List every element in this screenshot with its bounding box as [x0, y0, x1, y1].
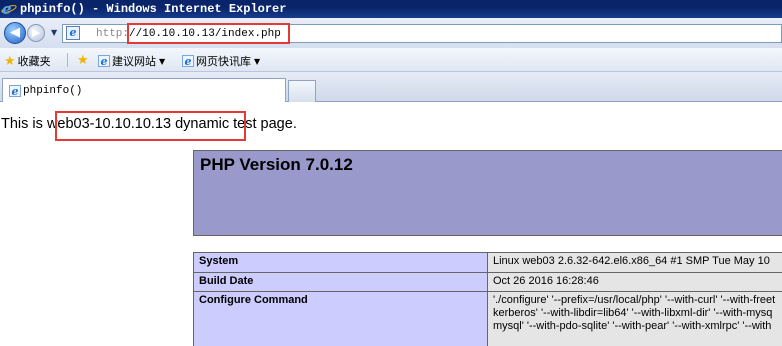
php-version-header: PHP Version 7.0.12: [193, 150, 782, 236]
favorites-star-icon: ★: [4, 53, 16, 69]
php-info-table: System Linux web03 2.6.32-642.el6.x86_64…: [193, 252, 782, 346]
table-row: Configure Command './configure' '--prefi…: [193, 291, 782, 346]
tab-phpinfo[interactable]: e phpinfo(): [2, 78, 286, 102]
row-key: Configure Command: [193, 291, 488, 346]
row-value: './configure' '--prefix=/usr/local/php' …: [487, 291, 782, 346]
row-key: Build Date: [193, 272, 488, 292]
ie-page-icon: e: [182, 55, 194, 68]
tab-bar: e phpinfo(): [0, 72, 782, 102]
add-favorite-star-icon: ★: [77, 53, 89, 68]
intro-prefix: This is: [1, 116, 43, 132]
row-value: Oct 26 2016 16:28:46: [487, 272, 782, 292]
chevron-down-icon: ▼: [159, 56, 166, 66]
favorites-separator: [67, 53, 68, 67]
favorites-button[interactable]: ★ 收藏夹: [4, 53, 51, 69]
back-button[interactable]: ◀: [4, 22, 26, 44]
forward-button[interactable]: ▶: [27, 24, 45, 42]
table-row: Build Date Oct 26 2016 16:28:46: [193, 272, 782, 292]
add-to-favorites-button[interactable]: ★: [77, 53, 91, 68]
favorites-label: 收藏夹: [17, 55, 51, 68]
url-highlight-box: [127, 23, 290, 44]
ie-page-icon: e: [98, 55, 110, 68]
page-icon: e: [66, 26, 80, 40]
navigation-bar: ◀ ▶ ▼ e http://10.10.10.13/index.php: [0, 18, 782, 48]
table-row: System Linux web03 2.6.32-642.el6.x86_64…: [193, 252, 782, 273]
chevron-down-icon: ▼: [254, 56, 261, 66]
favorites-item-web-slice-gallery[interactable]: e 网页快讯库 ▼: [182, 53, 260, 69]
new-tab-button[interactable]: [288, 80, 316, 102]
intro-highlight-box: [55, 111, 246, 141]
php-version-title: PHP Version 7.0.12: [200, 155, 353, 174]
favorites-bar: ★ 收藏夹 ★ e 建议网站 ▼ e 网页快讯库 ▼: [0, 48, 782, 72]
internet-explorer-icon: e: [0, 0, 18, 18]
favorites-item-label: 网页快讯库: [196, 55, 251, 68]
row-value: Linux web03 2.6.32-642.el6.x86_64 #1 SMP…: [487, 252, 782, 273]
favorites-item-label: 建议网站: [112, 55, 156, 68]
window-title-bar: e phpinfo() - Windows Internet Explorer: [0, 0, 782, 18]
recent-pages-dropdown[interactable]: ▼: [51, 28, 57, 37]
favorites-item-suggested-sites[interactable]: e 建议网站 ▼: [98, 53, 165, 69]
window-title: phpinfo() - Windows Internet Explorer: [20, 2, 287, 16]
tab-label: phpinfo(): [23, 84, 83, 97]
ie-page-icon: e: [9, 84, 21, 97]
row-key: System: [193, 252, 488, 273]
